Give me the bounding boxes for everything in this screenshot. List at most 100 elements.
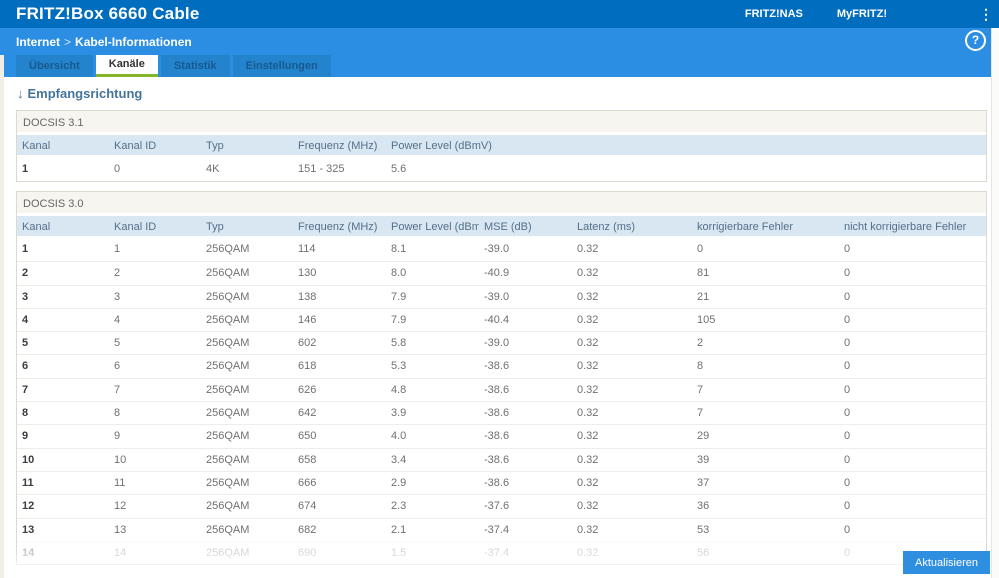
table-cell: 0 — [844, 337, 851, 350]
table-cell: 1 — [22, 243, 29, 255]
table-cell: 3.4 — [391, 453, 407, 466]
table-cell: 3 — [22, 290, 29, 303]
table-cell: 0 — [844, 243, 851, 255]
fritznas-link[interactable]: FRITZ!NAS — [745, 0, 803, 28]
table-cell: 2 — [114, 267, 121, 280]
table-cell: 9 — [22, 430, 29, 443]
column-header: korrigierbare Fehler — [697, 221, 793, 233]
table-cell: 0.32 — [577, 360, 599, 373]
docsis31-table: Kanal Kanal ID Typ Frequenz (MHz) Power Leve… — [17, 135, 986, 181]
table-row: 8 8 256QAM 642 3.9 -38.6 0.32 7 0 — [17, 401, 986, 424]
table-cell: 56 — [697, 546, 710, 559]
table-cell: 21 — [697, 290, 710, 303]
table-cell: 14 — [22, 546, 35, 559]
table-cell: 9 — [114, 430, 121, 443]
kebab-menu-icon[interactable]: ⋮ — [977, 0, 995, 28]
table-cell: 0.32 — [577, 546, 599, 559]
table-row: 12 12 256QAM 674 2.3 -37.6 0.32 36 0 — [17, 494, 986, 517]
table-cell: 256QAM — [206, 453, 250, 466]
tab-kanaele[interactable]: Kanäle — [95, 55, 158, 77]
table-cell: 1.5 — [391, 546, 407, 559]
table-cell: 0 — [844, 267, 851, 280]
column-header: Latenz (ms) — [577, 221, 636, 233]
column-header: nicht korrigierbare Fehler — [844, 221, 967, 233]
table-cell: 256QAM — [206, 360, 250, 373]
table-cell: -40.9 — [484, 267, 510, 280]
table-cell: 7.9 — [391, 290, 407, 303]
table-cell: 0 — [844, 430, 851, 443]
table-cell: -37.4 — [484, 523, 510, 536]
table-cell: 4.0 — [391, 430, 407, 443]
tab-einstellungen[interactable]: Einstellungen — [232, 55, 331, 77]
column-header: Kanal ID — [114, 140, 157, 152]
table-cell: 3 — [114, 290, 121, 303]
table-cell: 4K — [206, 163, 220, 175]
docsis31-panel: DOCSIS 3.1 Kanal Kanal ID Typ Frequenz (MHz… — [16, 110, 987, 182]
docsis31-section-label: DOCSIS 3.1 — [17, 111, 986, 135]
table-cell: 14 — [114, 546, 127, 559]
table-cell: 7.9 — [391, 313, 407, 326]
table-cell: 256QAM — [206, 546, 250, 559]
column-header: Frequenz (MHz) — [298, 140, 378, 152]
table-cell: -38.6 — [484, 476, 510, 489]
table-cell: 4.8 — [391, 383, 407, 396]
breadcrumb-section[interactable]: Internet — [16, 35, 60, 49]
table-cell: 0 — [844, 360, 851, 373]
main-content: ↓ Empfangsrichtung DOCSIS 3.1 Kanal Kanal … — [0, 77, 999, 578]
table-cell: 1 — [22, 163, 29, 175]
table-cell: 256QAM — [206, 267, 250, 280]
table-cell: 8 — [22, 407, 29, 420]
table-row: 7 7 256QAM 626 4.8 -38.6 0.32 7 0 — [17, 377, 986, 401]
table-cell: 11 — [114, 476, 126, 489]
table-cell: 256QAM — [206, 523, 250, 536]
table-cell: 6 — [22, 360, 29, 373]
table-cell: 618 — [298, 360, 317, 373]
table-cell: 12 — [22, 500, 35, 513]
table-cell: 674 — [298, 500, 317, 513]
help-icon[interactable]: ? — [965, 30, 986, 51]
table-cell: 658 — [298, 453, 317, 466]
table-cell: 114 — [298, 243, 316, 255]
tab-uebersicht[interactable]: Übersicht — [16, 55, 93, 77]
table-row: 6 6 256QAM 618 5.3 -38.6 0.32 8 0 — [17, 354, 986, 377]
table-row: 2 2 256QAM 130 8.0 -40.9 0.32 81 0 — [17, 261, 986, 284]
table-cell: 10 — [22, 453, 35, 466]
table-row: 13 13 256QAM 682 2.1 -37.4 0.32 53 0 — [17, 517, 986, 541]
top-bar: FRITZ!Box 6660 Cable FRITZ!NAS MyFRITZ! … — [0, 0, 999, 28]
column-header: Power Level (dBmV) — [391, 140, 492, 152]
table-cell: 130 — [298, 267, 317, 280]
table-cell: 5.6 — [391, 163, 407, 175]
table-cell: 39 — [697, 453, 710, 466]
refresh-button[interactable]: Aktualisieren — [903, 551, 990, 574]
table-cell: -39.0 — [484, 290, 510, 303]
table-cell: 0 — [844, 453, 851, 466]
tab-bar: Übersicht Kanäle Statistik Einstellungen — [16, 55, 331, 77]
tab-statistik[interactable]: Statistik — [160, 55, 230, 77]
table-row: 3 3 256QAM 138 7.9 -39.0 0.32 21 0 — [17, 284, 986, 308]
table-cell: 105 — [697, 313, 716, 326]
table-cell: 37 — [697, 476, 710, 489]
table-cell: 0.32 — [577, 476, 599, 489]
table-cell: 2.1 — [391, 523, 407, 536]
table-cell: -38.6 — [484, 383, 510, 396]
table-cell: 8.1 — [391, 243, 407, 255]
table-row: 11 11 256QAM 666 2.9 -38.6 0.32 37 0 — [17, 470, 986, 494]
table-cell: 0 — [844, 476, 851, 489]
docsis30-table: Kanal Kanal ID Typ Frequenz (MHz) Power Leve… — [17, 216, 986, 564]
app-title: FRITZ!Box 6660 Cable — [16, 4, 200, 23]
myfritz-link[interactable]: MyFRITZ! — [837, 0, 887, 28]
table-cell: 4 — [114, 313, 121, 326]
table-cell: 5 — [22, 337, 29, 350]
table-cell: 4 — [22, 313, 29, 326]
table-cell: 0 — [697, 243, 704, 255]
table-cell: 690 — [298, 546, 317, 559]
table-cell: 5.8 — [391, 337, 407, 350]
column-header: Kanal — [22, 221, 51, 233]
scrollbar[interactable] — [991, 28, 999, 578]
download-arrow-icon: ↓ — [17, 86, 24, 101]
table-cell: 8 — [114, 407, 121, 420]
table-cell: 0.32 — [577, 523, 599, 536]
table-row: 5 5 256QAM 602 5.8 -39.0 0.32 2 0 — [17, 331, 986, 354]
breadcrumb: Internet > Kabel-Informationen — [16, 35, 192, 49]
table-cell: 6 — [114, 360, 121, 373]
